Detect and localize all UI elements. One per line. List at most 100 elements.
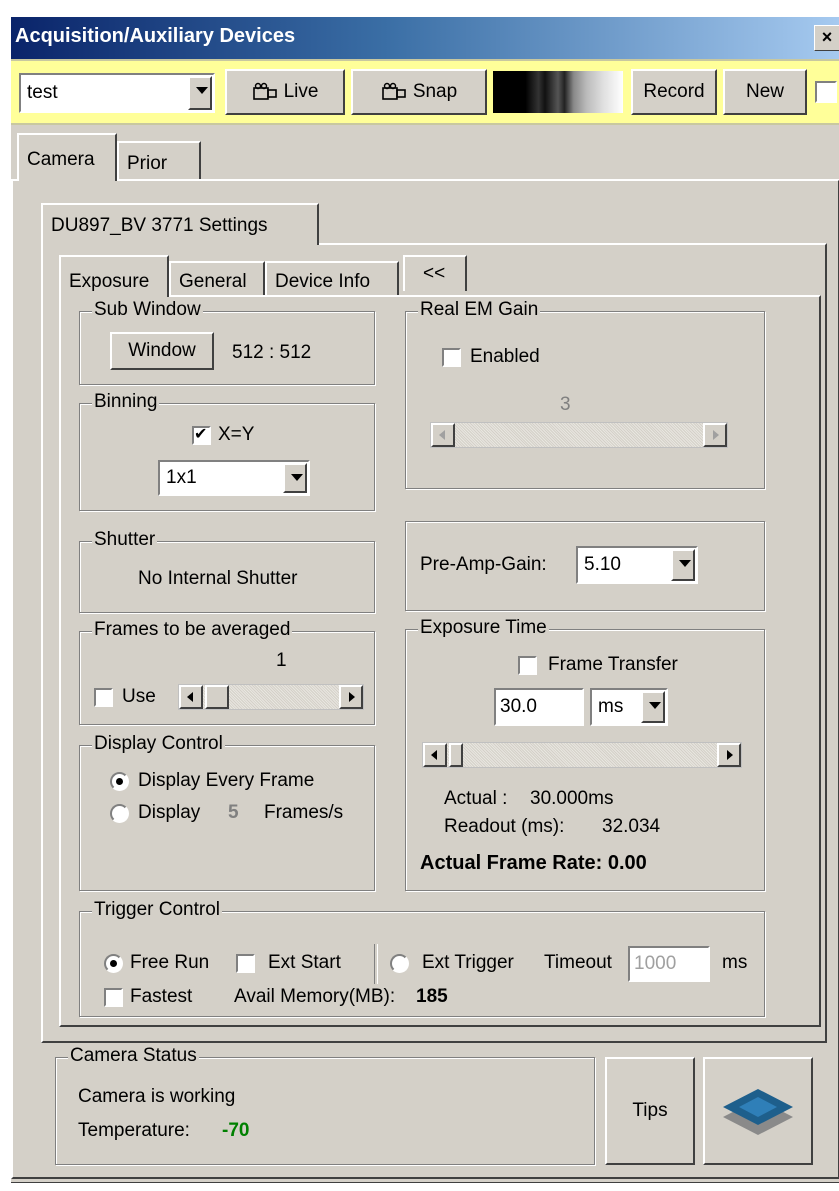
exposure-unit-select[interactable]: ms [590,688,668,726]
display-fps-value: 5 [228,802,239,823]
tab-general[interactable]: General [169,261,265,297]
ext-trigger-label: Ext Trigger [422,952,514,973]
frames-averaged-value: 1 [276,650,287,671]
display-rate-radio[interactable] [110,804,129,823]
window-title: Acquisition/Auxiliary Devices [15,25,296,47]
binning-legend: Binning [92,391,160,413]
tab-settings[interactable]: DU897_BV 3771 Settings [41,203,319,245]
xy-checkbox[interactable] [192,424,211,445]
tab-collapse[interactable]: << [403,255,467,291]
frames-averaged-scrollbar[interactable] [178,684,364,710]
tab-exposure-label: Exposure [69,271,150,292]
snap-button[interactable]: Snap [351,69,487,115]
new-label: New [745,81,784,102]
config-value: test [27,82,58,103]
fastest-label: Fastest [130,986,193,1007]
chevron-down-icon[interactable] [188,76,212,110]
em-gain-value: 3 [560,394,571,415]
title-bar: Acquisition/Auxiliary Devices × [11,17,839,59]
em-gain-enabled-label: Enabled [470,346,540,367]
exposure-time-legend: Exposure Time [418,617,549,639]
display-fps-unit: Frames/s [264,802,344,823]
tab-camera[interactable]: Camera [17,133,117,181]
layers-logo-icon [723,1089,793,1135]
scroll-right-icon[interactable] [717,743,741,767]
chevron-down-icon[interactable] [671,549,695,581]
use-label: Use [122,686,156,707]
display-every-radio[interactable] [110,772,129,791]
sub-window-value: 512 : 512 [232,342,312,363]
exposure-unit-value: ms [598,696,624,717]
trigger-divider [374,944,378,984]
intensity-gradient-bar [493,71,623,113]
frames-averaged-legend: Frames to be averaged [92,619,293,641]
em-gain-enabled-checkbox[interactable] [442,348,461,367]
tab-device-info[interactable]: Device Info [265,261,399,297]
scroll-thumb[interactable] [449,743,463,767]
ext-trigger-radio[interactable] [390,954,409,973]
tips-label: Tips [632,1100,668,1121]
tab-device-info-label: Device Info [275,271,371,292]
binning-group: Binning X=Y 1x1 [79,391,375,511]
trigger-control-legend: Trigger Control [92,899,223,921]
shutter-text: No Internal Shutter [138,568,298,589]
camera-status-text: Camera is working [78,1086,236,1107]
window-button[interactable]: Window [110,332,214,370]
readout-value: 32.034 [602,816,661,837]
pre-amp-gain-label: Pre-Amp-Gain: [420,554,547,575]
toolbar-checkbox[interactable] [815,81,837,103]
scroll-left-icon [431,423,455,447]
temperature-label: Temperature: [78,1120,190,1141]
trigger-control-group: Trigger Control Free Run Ext Start Ext T… [79,899,765,1017]
ext-start-checkbox[interactable] [236,954,255,973]
tab-prior[interactable]: Prior [117,141,201,181]
new-button[interactable]: New [723,69,807,115]
shutter-legend: Shutter [92,529,158,551]
sub-window-group: Sub Window Window 512 : 512 [79,299,375,385]
exposure-time-scrollbar[interactable] [422,742,742,768]
sub-window-legend: Sub Window [92,299,203,321]
pre-amp-gain-group: Pre-Amp-Gain: 5.10 [405,521,765,611]
avail-memory-value: 185 [416,986,448,1007]
frame-transfer-checkbox[interactable] [518,656,537,675]
chevron-down-icon[interactable] [641,691,665,723]
frames-averaged-group: Frames to be averaged 1 Use [79,619,375,725]
snap-label: Snap [412,81,458,102]
use-checkbox[interactable] [94,688,113,707]
scroll-left-icon[interactable] [423,743,447,767]
scroll-thumb[interactable] [205,685,229,709]
real-em-gain-legend: Real EM Gain [418,299,541,321]
tab-exposure[interactable]: Exposure [59,255,169,297]
live-button[interactable]: Live [225,69,345,115]
scroll-right-icon[interactable] [339,685,363,709]
pre-amp-gain-select[interactable]: 5.10 [576,546,698,584]
timeout-value: 1000 [634,953,677,974]
readout-label: Readout (ms): [444,816,565,837]
display-control-legend: Display Control [92,733,225,755]
scroll-left-icon[interactable] [179,685,203,709]
tab-general-label: General [179,271,247,292]
free-run-label: Free Run [130,952,210,973]
settings-tab-label: DU897_BV 3771 Settings [51,215,268,236]
pre-amp-gain-value: 5.10 [584,554,621,575]
binning-select[interactable]: 1x1 [158,460,310,496]
tips-button[interactable]: Tips [605,1057,695,1165]
config-select[interactable]: test [19,73,215,113]
close-button[interactable]: × [814,25,839,51]
ext-start-label: Ext Start [268,952,341,973]
logo-button[interactable] [703,1057,813,1165]
exposure-time-input[interactable]: 30.0 [494,688,584,726]
scroll-right-icon [703,423,727,447]
avail-memory-label: Avail Memory(MB): [234,986,396,1007]
chevron-down-icon[interactable] [283,463,307,493]
timeout-input[interactable]: 1000 [628,946,710,982]
window-button-label: Window [128,340,196,361]
record-button[interactable]: Record [631,69,717,115]
exposure-time-value: 30.0 [500,696,537,717]
exposure-time-group: Exposure Time Frame Transfer 30.0 ms Act… [405,617,765,891]
fastest-checkbox[interactable] [104,988,123,1007]
tab-prior-label: Prior [127,153,168,174]
binning-value: 1x1 [166,467,197,488]
free-run-radio[interactable] [104,954,123,973]
live-label: Live [283,81,319,102]
